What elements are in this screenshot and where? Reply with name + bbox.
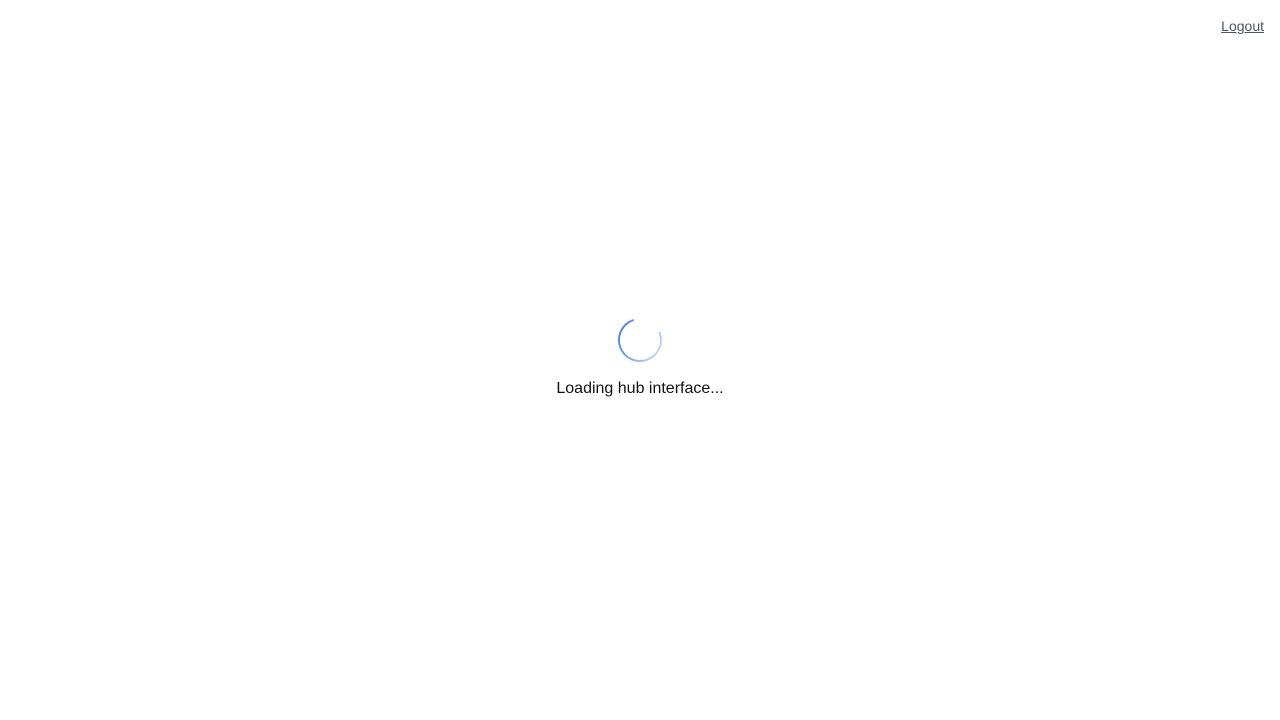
loading-page: Logout Loading hub interface... — [0, 0, 1280, 720]
loading-spinner-icon — [616, 316, 664, 364]
logout-link[interactable]: Logout — [1221, 17, 1264, 35]
loading-indicator: Loading hub interface... — [0, 316, 1280, 399]
loading-message: Loading hub interface... — [556, 380, 724, 397]
